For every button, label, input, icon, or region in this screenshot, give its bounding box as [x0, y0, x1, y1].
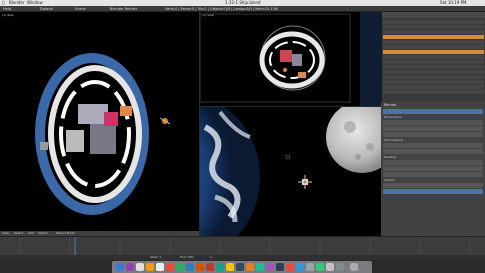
prop-field[interactable] — [383, 183, 483, 188]
current-frame[interactable]: 1 — [210, 255, 212, 260]
app-icon[interactable] — [306, 263, 314, 271]
app-icon[interactable] — [206, 263, 214, 271]
frame-start[interactable]: Start: 1 — [150, 255, 161, 260]
viewport-right-top[interactable]: (1) Ship — [200, 12, 381, 106]
frame-end[interactable]: End: 250 — [180, 255, 193, 260]
app-icon[interactable] — [226, 263, 234, 271]
app-icon[interactable] — [286, 263, 294, 271]
app-icon[interactable] — [216, 263, 224, 271]
outliner-row[interactable] — [383, 40, 484, 44]
viewport-left[interactable]: (1) Ship View Select Add Object Object M… — [0, 12, 199, 236]
section-shading[interactable]: Shading — [381, 155, 485, 159]
finder-icon[interactable] — [116, 263, 124, 271]
outliner-row[interactable] — [383, 60, 484, 64]
outliner-row[interactable] — [383, 55, 484, 59]
outliner-row[interactable] — [383, 75, 484, 79]
app-icon[interactable] — [326, 263, 334, 271]
outliner-row[interactable] — [383, 20, 484, 24]
outliner-row-selected[interactable] — [383, 50, 484, 54]
outliner-row[interactable] — [383, 65, 484, 69]
app-icon[interactable] — [336, 263, 344, 271]
prop-field[interactable] — [383, 172, 483, 177]
prop-field[interactable] — [383, 126, 483, 131]
prop-field[interactable] — [383, 149, 483, 154]
outliner-row[interactable] — [383, 80, 484, 84]
outliner-row[interactable] — [383, 30, 484, 34]
section-anti-aliasing[interactable]: Anti-Aliasing — [381, 138, 485, 142]
viewport-right-bottom[interactable]: (1) Ship — [200, 107, 381, 236]
prop-field-active[interactable] — [383, 189, 483, 194]
timeline-controls: Start: 1 End: 250 1 — [0, 255, 485, 260]
app-icon[interactable] — [296, 263, 304, 271]
properties-panel: Render Dimensions Anti-Aliasing Shading … — [381, 102, 485, 236]
app-icon[interactable] — [276, 263, 284, 271]
messages-icon[interactable] — [176, 263, 184, 271]
render-button[interactable] — [383, 109, 483, 114]
firefox-icon[interactable] — [146, 263, 154, 271]
trash-icon[interactable] — [350, 263, 358, 271]
prop-field[interactable] — [383, 143, 483, 148]
blender-icon[interactable] — [246, 263, 254, 271]
safari-icon[interactable] — [136, 263, 144, 271]
prop-field[interactable] — [383, 120, 483, 125]
app-icon[interactable] — [186, 263, 194, 271]
section-output[interactable]: Output — [381, 178, 485, 182]
prop-field[interactable] — [383, 166, 483, 171]
outliner-row[interactable] — [383, 90, 484, 94]
app-icon[interactable] — [196, 263, 204, 271]
outliner-row[interactable] — [383, 25, 484, 29]
timeline[interactable]: Start: 1 End: 250 1 — [0, 236, 485, 260]
app-icon[interactable] — [316, 263, 324, 271]
app-icon[interactable] — [256, 263, 264, 271]
prop-field[interactable] — [383, 160, 483, 165]
section-dimensions[interactable]: Dimensions — [381, 115, 485, 119]
properties-tab[interactable]: Render — [381, 102, 485, 108]
outliner-row[interactable] — [383, 85, 484, 89]
app-icon[interactable] — [236, 263, 244, 271]
earth-moon-scene[interactable] — [200, 107, 381, 236]
calendar-icon[interactable] — [166, 263, 174, 271]
station-camera-view[interactable] — [200, 12, 381, 106]
outliner-row-selected[interactable] — [383, 35, 484, 39]
mail-icon[interactable] — [156, 263, 164, 271]
mac-dock — [112, 261, 372, 273]
timeline-ticks — [19, 237, 471, 256]
outliner-row[interactable] — [383, 70, 484, 74]
prop-field[interactable] — [383, 132, 483, 137]
space-station[interactable] — [0, 12, 199, 236]
app-icon[interactable] — [266, 263, 274, 271]
launchpad-icon[interactable] — [126, 263, 134, 271]
outliner-row[interactable] — [383, 45, 484, 49]
outliner-header — [382, 12, 485, 18]
